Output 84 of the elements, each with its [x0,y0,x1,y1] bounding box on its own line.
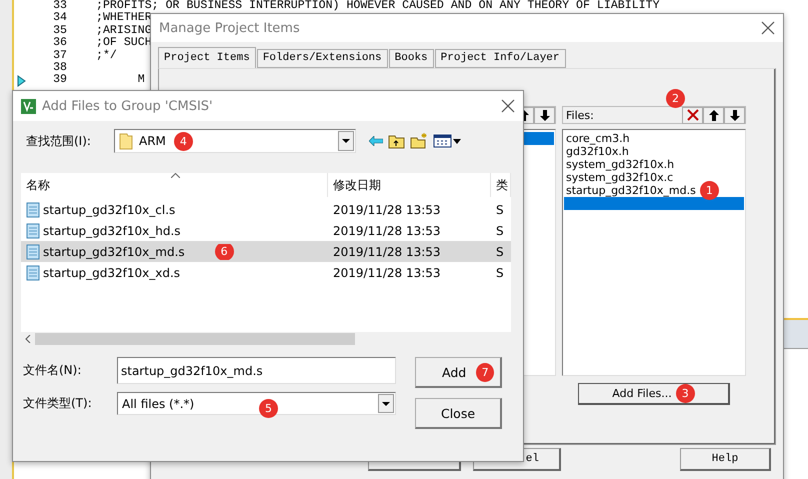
back-arrow-icon[interactable] [369,136,383,146]
file-name: startup_gd32f10x_cl.s [43,202,176,216]
app-icon [21,98,36,114]
column-header[interactable]: 类 [491,173,511,197]
window-title: Manage Project Items [159,20,301,36]
line-number: 35 [52,24,67,37]
move-up-button[interactable] [703,106,724,124]
step-badge: 7 [476,362,494,382]
down-arrow-icon [540,110,550,120]
line-number: 33 [52,0,67,12]
line-number: 38 [52,62,67,74]
file-icon [26,202,40,218]
file-row[interactable]: startup_gd32f10x_xd.s 2019/11/28 13:53 S [21,262,511,283]
window-title: Add Files to Group 'CMSIS' [42,98,214,114]
code-line: ;ARISING [96,24,152,37]
tab[interactable]: Project Items [158,47,256,68]
code-line: ;WHETHER [96,12,152,25]
new-folder-icon[interactable] [410,133,428,149]
up-arrow-icon [708,110,718,120]
file-item[interactable]: system_gd32f10x.c [566,171,674,184]
move-down-button[interactable] [724,106,745,124]
add-files-button[interactable]: Add Files... 3 [578,383,730,405]
caret-icon [342,139,350,143]
column-header[interactable]: 名称 [21,173,328,197]
folder-up-icon[interactable] [388,134,405,148]
files-label: Files: [565,108,595,122]
file-type: S [495,244,505,258]
sort-caret-icon [171,173,180,178]
step-badge: 6 [214,244,234,260]
file-name-field[interactable]: startup_gd32f10x_md.s [117,357,396,384]
close-icon[interactable] [501,99,515,113]
step-badge: 3 [676,384,695,403]
step-badge: 1 [700,181,719,200]
file-type: S [495,224,505,238]
file-row[interactable]: startup_gd32f10x_md.s 6 2019/11/28 13:53 S [21,241,511,262]
tab[interactable]: Project Info/Layer [434,49,566,68]
down-arrow-icon [730,110,740,120]
column-header[interactable]: 修改日期 [328,173,491,197]
line-number: 36 [52,37,67,50]
file-name-label: 文件名(N): [23,362,82,379]
editor-panel [782,318,808,349]
caret-icon [382,402,390,406]
file-name: startup_gd32f10x_hd.s [43,224,181,238]
file-type: S [495,266,505,280]
file-date: 2019/11/28 13:53 [332,244,442,258]
file-row[interactable]: startup_gd32f10x_hd.s 2019/11/28 13:53 S [21,220,511,241]
file-item[interactable]: startup_gd32f10x_md.s [566,184,696,197]
scroll-left-icon[interactable] [25,335,31,343]
look-in-label: 查找范围(I): [26,132,92,150]
close-button[interactable]: Close [415,398,502,429]
view-menu-icon[interactable] [433,134,461,148]
file-icon [26,264,40,280]
move-down-button[interactable] [534,106,555,124]
file-item[interactable]: gd32f10x.h [566,145,629,158]
file-type-dropdown[interactable]: All files (*.*) 5 [117,392,396,415]
file-item[interactable]: system_gd32f10x.h [566,158,674,171]
delete-button[interactable] [682,106,703,124]
add-button[interactable]: Add 7 [415,357,502,388]
file-name: startup_gd32f10x_md.s [43,244,185,258]
file-date: 2019/11/28 13:53 [332,224,442,238]
file-item[interactable]: core_cm3.h [566,132,630,145]
folder-icon [119,132,133,150]
close-icon[interactable] [761,21,775,35]
tab[interactable]: Folders/Extensions [256,49,388,68]
file-icon [26,222,40,238]
delete-icon [686,109,698,121]
file-type: S [495,202,505,216]
step-badge: 2 [666,89,685,108]
file-name: startup_gd32f10x_xd.s [43,266,180,280]
tab[interactable]: Books [388,49,434,68]
file-row[interactable]: startup_gd32f10x_cl.s 2019/11/28 13:53 S [21,199,511,220]
line-number: 37 [52,50,67,62]
line-number: 34 [52,12,67,25]
step-badge: 4 [174,132,193,152]
look-in-dropdown[interactable]: ARM 4 [114,129,356,153]
code-line: ;*/ [96,50,117,62]
dialog-button[interactable]: Help [680,448,771,471]
line-number: 39 [52,74,67,87]
code-line: M [136,74,145,87]
file-date: 2019/11/28 13:53 [332,202,442,216]
file-date: 2019/11/28 13:53 [332,266,442,280]
file-type-label: 文件类型(T): [23,395,93,412]
file-icon [26,244,40,260]
step-badge: 5 [259,399,278,418]
